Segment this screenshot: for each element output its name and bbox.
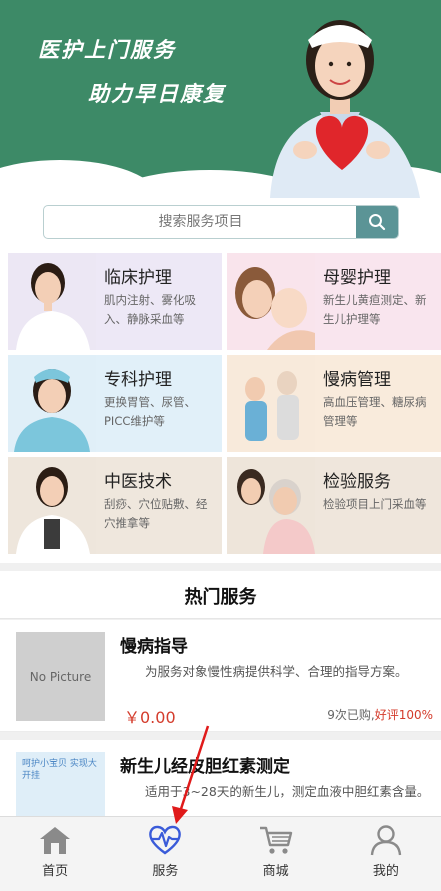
search-icon xyxy=(369,214,386,231)
tab-service[interactable]: 服务 xyxy=(110,817,220,891)
search-bar xyxy=(0,198,441,250)
elderly-care-photo xyxy=(227,355,315,452)
category-card-lab[interactable]: 检验服务 检验项目上门采血等 xyxy=(227,457,441,554)
service-name: 慢病指导 xyxy=(120,637,188,657)
hot-services-header: 热门服务 xyxy=(0,571,441,619)
tab-label: 商城 xyxy=(262,864,289,879)
newborn-thumbnail: 呵护小宝贝 实现大开挂 xyxy=(16,752,105,816)
cart-icon xyxy=(259,826,292,854)
specialist-nurse-photo xyxy=(8,355,96,452)
category-desc: 刮痧、穴位贴敷、经穴推拿等 xyxy=(104,497,208,530)
banner-slogan-2: 助力早日康复 xyxy=(88,81,226,106)
bottom-tab-bar: 首页 服务 商城 我的 xyxy=(0,816,441,891)
category-card-clinical[interactable]: 临床护理 肌内注射、雾化吸入、静脉采血等 xyxy=(8,253,222,350)
tab-home[interactable]: 首页 xyxy=(0,817,110,891)
heartbeat-icon xyxy=(149,825,182,855)
category-title: 临床护理 xyxy=(104,268,172,288)
service-price: ￥0.00 xyxy=(124,708,176,727)
category-card-maternal[interactable]: 母婴护理 新生儿黄疸测定、新生儿护理等 xyxy=(227,253,441,350)
tab-label: 首页 xyxy=(42,864,69,879)
category-card-chronic[interactable]: 慢病管理 高血压管理、糖尿病管理等 xyxy=(227,355,441,452)
category-desc: 新生儿黄疸测定、新生儿护理等 xyxy=(323,293,427,326)
sales-count: 9次已购, xyxy=(327,708,375,722)
clinical-nurse-photo xyxy=(8,253,96,350)
category-desc: 检验项目上门采血等 xyxy=(323,497,427,511)
category-desc: 肌内注射、雾化吸入、静脉采血等 xyxy=(104,293,196,326)
nurse-illustration xyxy=(270,20,420,198)
hot-services-title: 热门服务 xyxy=(184,587,257,608)
tab-mall[interactable]: 商城 xyxy=(221,817,331,891)
category-card-specialist[interactable]: 专科护理 更换胃管、尿管、PICC维护等 xyxy=(8,355,222,452)
category-title: 中医技术 xyxy=(104,472,172,492)
search-box xyxy=(43,205,399,239)
service-item[interactable]: 呵护小宝贝 实现大开挂 新生儿经皮胆红素测定 适用于3~28天的新生儿，测定血液… xyxy=(0,740,441,816)
service-detail: 适用于3~28天的新生儿，测定血液中胆红素含量。 xyxy=(145,784,430,799)
search-input[interactable] xyxy=(44,206,357,238)
search-button[interactable] xyxy=(356,206,398,238)
banner-slogan-1: 医护上门服务 xyxy=(38,37,176,62)
user-icon xyxy=(370,825,402,856)
category-title: 母婴护理 xyxy=(323,268,391,288)
tab-label: 服务 xyxy=(152,864,179,879)
category-title: 慢病管理 xyxy=(323,370,391,390)
no-picture-placeholder: No Picture xyxy=(16,632,105,721)
category-desc: 更换胃管、尿管、PICC维护等 xyxy=(104,395,196,428)
mother-baby-photo xyxy=(227,253,315,350)
category-title: 检验服务 xyxy=(323,472,391,492)
service-sales: 9次已购,好评100% xyxy=(327,706,433,723)
category-card-tcm[interactable]: 中医技术 刮痧、穴位贴敷、经穴推拿等 xyxy=(8,457,222,554)
category-title: 专科护理 xyxy=(104,370,172,390)
lab-service-photo xyxy=(227,457,315,554)
hero-banner: 医护上门服务 助力早日康复 xyxy=(0,0,441,198)
tab-mine[interactable]: 我的 xyxy=(331,817,441,891)
category-desc: 高血压管理、糖尿病管理等 xyxy=(323,395,427,428)
home-icon xyxy=(40,827,71,854)
service-detail: 为服务对象慢性病提供科学、合理的指导方案。 xyxy=(145,664,408,679)
service-item[interactable]: No Picture 慢病指导 为服务对象慢性病提供科学、合理的指导方案。 ￥0… xyxy=(0,620,441,732)
category-grid: 临床护理 肌内注射、雾化吸入、静脉采血等 母婴护理 新生儿黄疸测定、新生儿护理等… xyxy=(0,250,441,563)
service-name: 新生儿经皮胆红素测定 xyxy=(120,757,290,777)
rating-text: 好评100% xyxy=(374,708,433,722)
tab-label: 我的 xyxy=(372,864,399,879)
tcm-doctor-photo xyxy=(8,457,96,554)
thumbnail-caption: 呵护小宝贝 实现大开挂 xyxy=(22,759,97,781)
